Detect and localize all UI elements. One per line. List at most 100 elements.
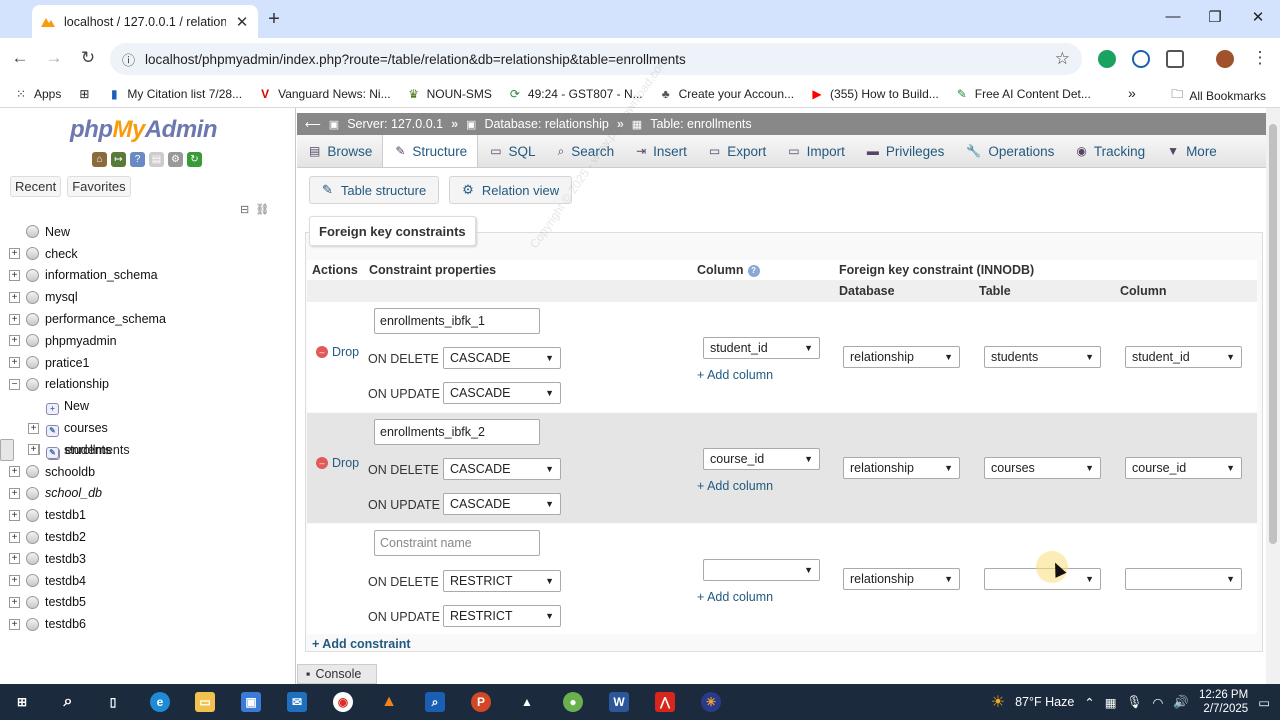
browser-tab[interactable]: localhost / 127.0.0.1 / relations ✕ bbox=[32, 5, 258, 38]
close-tab-icon[interactable]: ✕ bbox=[234, 13, 250, 31]
bookmark-apps[interactable]: ⁙ Apps bbox=[14, 87, 61, 101]
scrollbar-thumb[interactable] bbox=[1269, 124, 1277, 544]
column-select[interactable]: course_id ▼ bbox=[703, 448, 820, 470]
reload-nav-icon[interactable]: ↻ bbox=[187, 152, 202, 167]
bookmark-vanguard[interactable]: V Vanguard News: Ni... bbox=[258, 87, 391, 101]
tree-item-information-schema[interactable]: + information_schema bbox=[0, 265, 296, 287]
recent-button[interactable]: Recent bbox=[10, 176, 62, 197]
ref-database-select[interactable]: relationship ▼ bbox=[843, 457, 960, 479]
bookmark-ai-detector[interactable]: ✎ Free AI Content Det... bbox=[955, 87, 1091, 101]
tree-item-check[interactable]: + check bbox=[0, 243, 296, 265]
on-update-select[interactable]: CASCADE ▼ bbox=[443, 382, 561, 404]
bookmark-grid[interactable]: ⊞ bbox=[77, 87, 91, 101]
console-toggle[interactable]: ▪ Console bbox=[297, 664, 377, 684]
network-icon[interactable]: ▦ bbox=[1105, 695, 1117, 710]
collapse-node-icon[interactable]: − bbox=[9, 378, 20, 390]
expand-node-icon[interactable]: + bbox=[9, 487, 20, 499]
table-structure-button[interactable]: ✎ Table structure bbox=[309, 176, 440, 204]
tree-item-students[interactable]: + ✎ students bbox=[0, 439, 296, 461]
add-column-link[interactable]: + Add column bbox=[697, 368, 773, 382]
notifications-icon[interactable]: ▭ bbox=[1258, 695, 1270, 710]
tree-item-testdb2[interactable]: + testdb2 bbox=[0, 526, 296, 548]
docs-icon[interactable]: ▤ bbox=[149, 152, 164, 167]
bookmark-create-account[interactable]: ♣ Create your Accoun... bbox=[659, 87, 794, 101]
collapse-all-icon[interactable]: ⊟ bbox=[240, 203, 249, 216]
store-icon[interactable]: ▣ bbox=[241, 692, 261, 712]
maximize-icon[interactable]: ❐ bbox=[1205, 8, 1225, 26]
citation-extension-icon[interactable] bbox=[1132, 50, 1150, 68]
constraint-name-input[interactable]: Constraint name bbox=[374, 530, 540, 556]
profile-avatar[interactable] bbox=[1216, 50, 1234, 68]
home-icon[interactable]: ⌂ bbox=[92, 152, 107, 167]
add-constraint-link[interactable]: + Add constraint bbox=[312, 637, 411, 651]
favorites-button[interactable]: Favorites bbox=[67, 176, 131, 197]
tree-item-schooldb[interactable]: + schooldb bbox=[0, 461, 296, 483]
search-icon[interactable]: ⌕ bbox=[58, 692, 78, 712]
forward-icon[interactable]: → bbox=[44, 48, 64, 68]
tree-item-testdb6[interactable]: + testdb6 bbox=[0, 613, 296, 635]
grammarly-icon[interactable] bbox=[1098, 50, 1116, 68]
expand-node-icon[interactable]: + bbox=[9, 269, 20, 281]
drop-button[interactable]: – Drop bbox=[316, 345, 359, 359]
ref-column-select[interactable]: student_id ▼ bbox=[1125, 346, 1242, 368]
on-update-select[interactable]: CASCADE ▼ bbox=[443, 493, 561, 515]
app-search-icon[interactable]: ⌕ bbox=[425, 692, 445, 712]
breadcrumb-database[interactable]: Database: relationship bbox=[484, 117, 608, 131]
tab-browse[interactable]: ▤ Browse bbox=[297, 135, 382, 167]
edge-icon[interactable]: e bbox=[150, 692, 170, 712]
volume-icon[interactable]: 🔊 bbox=[1173, 695, 1189, 710]
tree-item-mysql[interactable]: + mysql bbox=[0, 286, 296, 308]
tab-operations[interactable]: 🔧 Operations bbox=[954, 135, 1064, 167]
file-explorer-icon[interactable]: ▭ bbox=[195, 692, 215, 712]
extensions-icon[interactable] bbox=[1166, 50, 1184, 68]
ref-database-select[interactable]: relationship ▼ bbox=[843, 568, 960, 590]
help-icon[interactable]: ? bbox=[747, 264, 760, 277]
breadcrumb-server[interactable]: Server: 127.0.0.1 bbox=[347, 117, 443, 131]
expand-node-icon[interactable]: + bbox=[9, 531, 20, 543]
ref-database-select[interactable]: relationship ▼ bbox=[843, 346, 960, 368]
expand-node-icon[interactable]: + bbox=[9, 466, 20, 478]
tab-export[interactable]: ▭ Export bbox=[697, 135, 776, 167]
constraint-name-input[interactable]: enrollments_ibfk_2 bbox=[374, 419, 540, 445]
bookmark-gst807[interactable]: ⟳ 49:24 - GST807 - N... bbox=[508, 87, 643, 101]
ref-table-select[interactable]: students ▼ bbox=[984, 346, 1101, 368]
expand-node-icon[interactable]: + bbox=[9, 553, 20, 565]
all-bookmarks[interactable]: 🗀 All Bookmarks bbox=[1171, 85, 1266, 106]
expand-node-icon[interactable]: + bbox=[28, 422, 39, 434]
tree-item-new[interactable]: + New bbox=[0, 395, 296, 417]
bookmark-citation[interactable]: ▮ My Citation list 7/28... bbox=[107, 87, 242, 101]
site-info-icon[interactable]: ⓘ bbox=[122, 50, 135, 69]
ref-table-select[interactable]: courses ▼ bbox=[984, 457, 1101, 479]
on-delete-select[interactable]: CASCADE ▼ bbox=[443, 458, 561, 480]
bookmark-youtube[interactable]: ▶ (355) How to Build... bbox=[810, 87, 938, 101]
tab-more[interactable]: ▼ More bbox=[1155, 135, 1227, 167]
windows-start-icon[interactable]: ⊞ bbox=[12, 692, 32, 712]
show-hidden-icons-icon[interactable]: ⌃ bbox=[1084, 695, 1094, 710]
on-delete-select[interactable]: RESTRICT ▼ bbox=[443, 570, 561, 592]
drop-button[interactable]: – Drop bbox=[316, 456, 359, 470]
bookmark-noun-sms[interactable]: ♛ NOUN-SMS bbox=[407, 87, 492, 101]
bookmark-star-icon[interactable]: ☆ bbox=[1055, 49, 1070, 69]
microphone-icon[interactable]: 🎙 bbox=[1127, 695, 1143, 710]
tree-item-new[interactable]: New bbox=[0, 221, 296, 243]
tree-item-testdb5[interactable]: + testdb5 bbox=[0, 592, 296, 614]
reload-icon[interactable]: ↻ bbox=[78, 48, 98, 68]
column-select[interactable]: student_id ▼ bbox=[703, 337, 820, 359]
green-app-icon[interactable]: ● bbox=[563, 692, 583, 712]
expand-node-icon[interactable]: + bbox=[9, 335, 20, 347]
mail-icon[interactable]: ✉ bbox=[287, 692, 307, 712]
logout-icon[interactable]: ↦ bbox=[111, 152, 126, 167]
expand-node-icon[interactable]: + bbox=[9, 596, 20, 608]
close-window-icon[interactable]: ✕ bbox=[1248, 8, 1268, 26]
collapse-arrow-icon[interactable]: ⟵ bbox=[305, 118, 321, 131]
tree-item-testdb4[interactable]: + testdb4 bbox=[0, 570, 296, 592]
task-view-icon[interactable]: ▯ bbox=[103, 692, 123, 712]
breadcrumb-table[interactable]: Table: enrollments bbox=[650, 117, 751, 131]
expand-node-icon[interactable]: + bbox=[28, 444, 39, 456]
powerpoint-icon[interactable]: P bbox=[471, 692, 491, 712]
tree-item-phpmyadmin[interactable]: + phpmyadmin bbox=[0, 330, 296, 352]
xampp-icon[interactable]: ✳ bbox=[701, 692, 721, 712]
tab-privileges[interactable]: ▬ Privileges bbox=[855, 135, 955, 167]
weather-text[interactable]: 87°F Haze bbox=[1015, 695, 1074, 709]
ref-column-select[interactable]: ▼ bbox=[1125, 568, 1242, 590]
